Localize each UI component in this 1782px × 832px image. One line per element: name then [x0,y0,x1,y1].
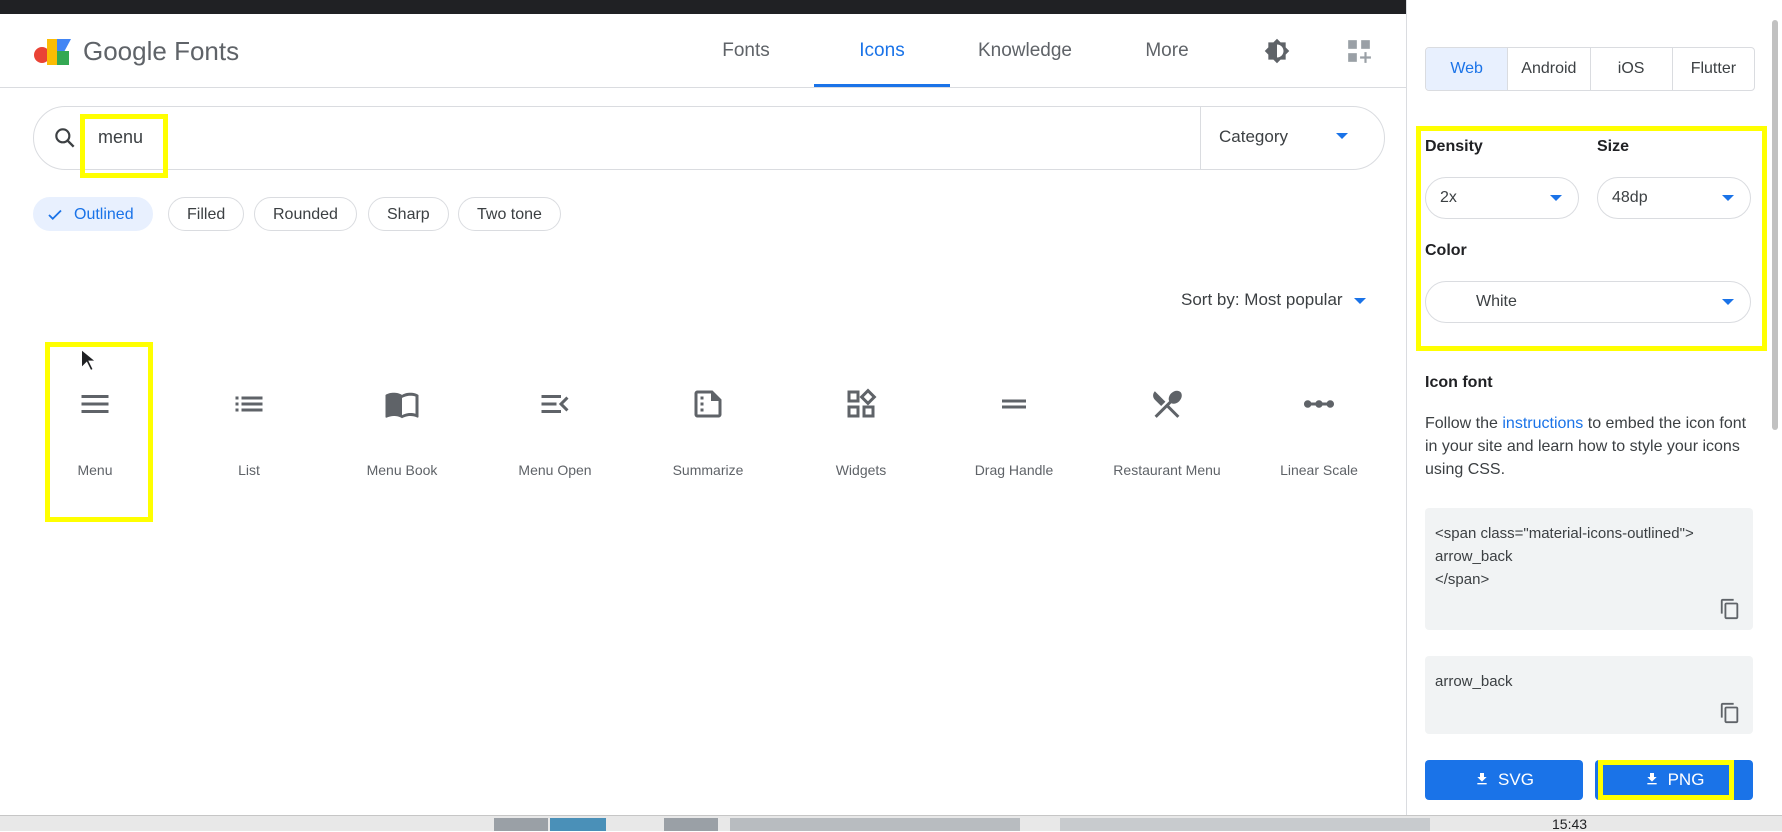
ligature-snippet: arrow_back [1425,656,1753,734]
chip-outlined[interactable]: Outlined [33,197,153,231]
size-label: Size [1597,138,1630,155]
menu-book-icon [385,392,419,419]
chip-label: Outlined [74,206,134,223]
summarize-icon [694,390,722,418]
icon-tile-menu-open[interactable]: Menu Open [480,370,630,500]
code-line: arrow_back [1435,673,1513,690]
search-icon [55,128,75,148]
density-value: 2x [1440,189,1457,206]
taskbar-item[interactable] [494,818,548,831]
tab-more[interactable]: More [1130,14,1204,87]
top-app-bar: Google Fonts Fonts Icons Knowledge More [0,14,1406,88]
icon-tile-summarize[interactable]: Summarize [633,370,783,500]
icon-tile-widgets[interactable]: Widgets [786,370,936,500]
search-input[interactable] [96,121,1000,153]
panel-scrollbar[interactable] [1772,20,1778,430]
instructions-link[interactable]: instructions [1502,415,1583,432]
icon-tile-linear-scale[interactable]: Linear Scale [1244,370,1394,500]
chip-rounded[interactable]: Rounded [254,197,357,231]
icon-label: Menu [77,462,113,478]
size-select[interactable]: 48dp [1597,177,1751,219]
icon-font-title: Icon font [1425,374,1493,391]
code-line: <span class="material-icons-outlined"> [1435,525,1694,542]
os-taskbar: 15:43 [0,815,1782,832]
svg-button-label: SVG [1498,770,1534,789]
density-select[interactable]: 2x [1425,177,1579,219]
icon-label: Widgets [835,462,887,478]
platform-toggle: Web Android iOS Flutter [1425,47,1755,91]
menu-icon [81,395,109,413]
platform-web[interactable]: Web [1426,48,1509,90]
sort-select[interactable]: Sort by: Most popular [1181,290,1343,310]
category-select[interactable]: Category [1219,127,1288,147]
platform-ios[interactable]: iOS [1591,48,1673,90]
code-line: </span> [1435,571,1490,588]
code-snippet: <span class="material-icons-outlined"> a… [1425,508,1753,630]
download-png-button[interactable]: PNG [1595,760,1753,800]
apps-add-icon[interactable] [1346,38,1372,64]
platform-android[interactable]: Android [1508,48,1591,90]
platform-flutter[interactable]: Flutter [1673,48,1754,90]
tab-knowledge[interactable]: Knowledge [972,14,1078,87]
color-value: White [1476,293,1517,310]
icon-label: Drag Handle [974,462,1054,478]
tab-icons[interactable]: Icons [814,14,950,87]
brand-title[interactable]: Google Fonts [83,36,239,67]
copy-icon[interactable] [1719,702,1741,724]
color-select[interactable]: White [1425,281,1751,323]
icon-label: List [238,462,260,478]
density-label: Density [1425,138,1483,155]
browser-top-strip [0,0,1406,14]
check-icon [48,209,62,221]
icon-detail-panel: Web Android iOS Flutter Density Size 2x … [1406,0,1782,830]
category-dropdown-icon[interactable] [1336,133,1348,139]
download-icon [1646,773,1657,785]
icon-label: Linear Scale [1280,462,1358,478]
taskbar-item[interactable] [550,818,606,831]
color-label: Color [1425,242,1467,259]
search-bar: Category [33,106,1385,170]
size-value: 48dp [1612,189,1648,206]
restaurant-menu-icon [1153,390,1182,418]
tab-fonts[interactable]: Fonts [706,14,786,87]
widgets-icon [847,388,877,418]
sort-dropdown-icon[interactable] [1354,298,1366,304]
mouse-cursor-icon [80,348,96,372]
linear-scale-icon [1304,400,1334,408]
menu-open-icon [541,395,569,413]
chevron-down-icon [1550,195,1562,201]
brightness-icon[interactable] [1264,38,1290,64]
list-icon [235,396,263,412]
icon-label: Restaurant Menu [1113,462,1221,478]
system-tray[interactable] [1060,818,1430,831]
chip-sharp[interactable]: Sharp [368,197,449,231]
icon-tile-menu[interactable]: Menu [20,370,170,500]
icon-label: Menu Book [366,462,438,478]
code-line: arrow_back [1435,548,1513,565]
google-fonts-logo[interactable] [33,37,71,67]
drag-handle-icon [1002,399,1026,409]
chevron-down-icon [1722,195,1734,201]
icon-font-description: Follow the instructions to embed the ico… [1425,412,1755,481]
search-divider [1200,107,1201,169]
icon-label: Menu Open [518,462,592,478]
download-icon [1477,773,1487,785]
icon-label: Summarize [672,462,744,478]
desc-text: Follow the [1425,415,1503,432]
taskbar-item[interactable] [664,818,718,831]
icon-tile-list[interactable]: List [174,370,324,500]
copy-icon[interactable] [1719,598,1741,620]
icon-tile-restaurant-menu[interactable]: Restaurant Menu [1092,370,1242,500]
taskbar-app-icons[interactable] [730,818,1020,831]
png-button-label: PNG [1667,770,1705,789]
download-svg-button[interactable]: SVG [1425,760,1583,800]
chevron-down-icon [1722,299,1734,305]
chip-filled[interactable]: Filled [168,197,245,231]
chip-two-tone[interactable]: Two tone [458,197,561,231]
icon-tile-menu-book[interactable]: Menu Book [327,370,477,500]
icon-tile-drag-handle[interactable]: Drag Handle [939,370,1089,500]
